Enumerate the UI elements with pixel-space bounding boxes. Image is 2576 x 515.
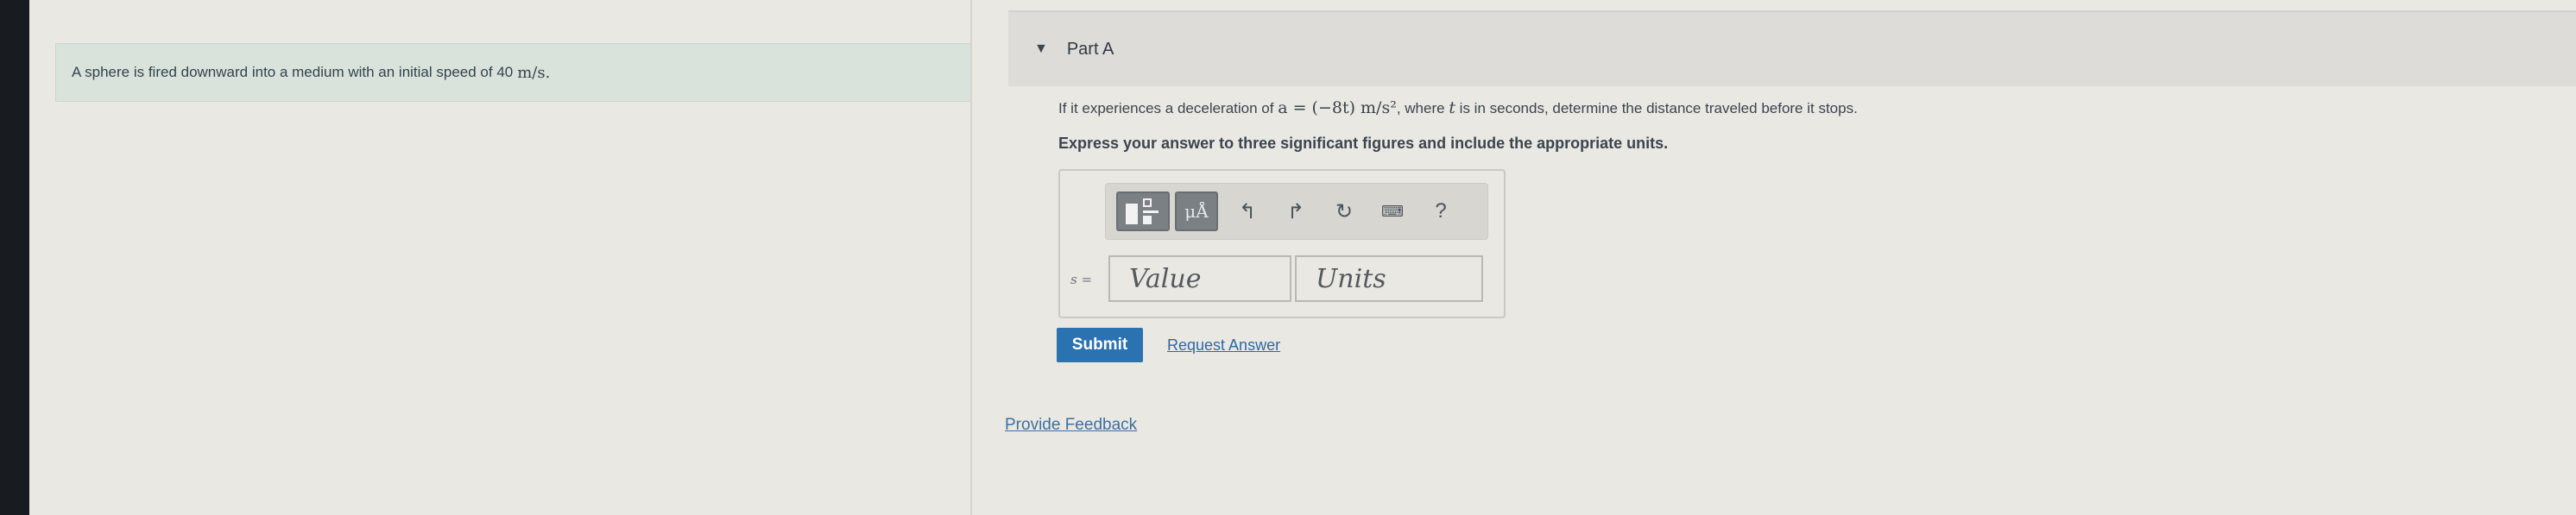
templates-icon [1126,198,1160,224]
templates-button[interactable] [1116,192,1170,231]
help-button[interactable]: ? [1417,192,1465,231]
caret-down-icon[interactable]: ▼ [1034,41,1048,57]
units-symbols-button[interactable]: μÅ [1175,192,1218,231]
question-var: t [1449,98,1455,117]
part-panel: ▼ Part A If it experiences a deceleratio… [972,0,2576,515]
value-input[interactable] [1108,255,1291,302]
part-title: Part A [1066,39,1114,59]
window-left-edge [0,0,29,515]
instruction-text: Express your answer to three significant… [1058,135,1669,152]
provide-feedback-link[interactable]: Provide Feedback [1005,416,1137,435]
part-a-header[interactable]: ▼ Part A [1008,10,2576,86]
question-math: a = (−8t) m/s² [1278,98,1397,117]
request-answer-link[interactable]: Request Answer [1167,336,1280,355]
redo-icon[interactable]: ↱ [1272,192,1320,231]
undo-icon[interactable]: ↰ [1223,192,1272,231]
reset-icon[interactable]: ↻ [1320,192,1368,231]
problem-panel: A sphere is fired downward into a medium… [29,0,984,515]
math-toolbar: μÅ ↰ ↱ ↻ ⌨ ? [1105,183,1488,240]
question-text: If it experiences a deceleration of a = … [1058,98,1858,117]
question-mid: , where [1396,100,1449,116]
answer-box: μÅ ↰ ↱ ↻ ⌨ ? s = [1058,169,1506,318]
question-post: is in seconds, determine the distance tr… [1455,100,1858,116]
question-pre: If it experiences a deceleration of [1058,100,1279,116]
problem-statement: A sphere is fired downward into a medium… [55,43,984,102]
problem-text: A sphere is fired downward into a medium… [72,64,514,80]
units-input[interactable] [1295,255,1483,302]
answer-variable-label: s = [1070,272,1093,287]
submit-button[interactable]: Submit [1057,328,1143,362]
keyboard-icon[interactable]: ⌨ [1368,192,1417,231]
problem-unit: m/s. [517,63,551,82]
